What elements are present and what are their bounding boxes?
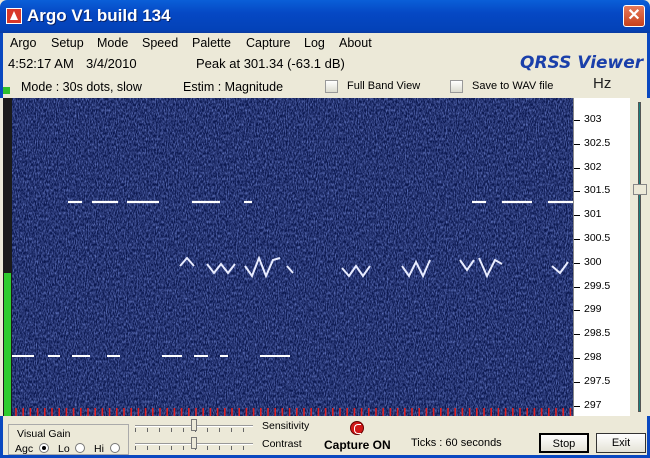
menu-bar: Argo Setup Mode Speed Palette Capture Lo… (0, 33, 650, 53)
input-level-fill (4, 272, 11, 416)
scale-tick-label: 297.5 (584, 374, 611, 387)
scale-tick-label: 297 (584, 398, 602, 411)
input-level-meter (3, 98, 12, 416)
scale-tick-mark (574, 215, 580, 217)
scale-tick-mark (574, 143, 580, 145)
unit-label: Hz (593, 75, 612, 92)
menu-about[interactable]: About (339, 36, 372, 50)
sensitivity-slider-thumb[interactable] (191, 419, 197, 431)
lo-radio[interactable] (75, 443, 85, 453)
scale-tick-mark (574, 262, 580, 264)
agc-radio[interactable] (39, 443, 49, 453)
estim-label: Estim : Magnitude (183, 80, 284, 94)
contrast-slider-thumb[interactable] (191, 437, 197, 449)
frequency-slider-track (638, 102, 641, 412)
clock-date: 3/4/2010 (86, 56, 137, 71)
title-bar: Argo V1 build 134 ✕ (0, 0, 650, 33)
status-bar: 4:52:17 AM 3/4/2010 Peak at 301.34 (-63.… (0, 53, 650, 75)
frequency-slider[interactable] (633, 100, 647, 414)
scale-tick-mark (574, 239, 580, 240)
clock-time: 4:52:17 AM (8, 56, 74, 71)
scale-tick-label: 300.5 (584, 232, 611, 244)
stop-button[interactable]: Stop (539, 433, 589, 453)
menu-capture[interactable]: Capture (246, 36, 290, 50)
waterfall-display[interactable] (12, 98, 573, 416)
brand-logo: QRSS Viewer (520, 53, 644, 73)
window-title: Argo V1 build 134 (27, 6, 171, 25)
capture-status: Capture ON (324, 438, 391, 452)
save-wav-checkbox[interactable] (450, 80, 463, 93)
sensitivity-slider[interactable] (135, 419, 253, 433)
scale-tick-label: 302.5 (584, 136, 611, 149)
scale-tick-label: 303 (584, 113, 602, 125)
scale-tick-mark (574, 405, 580, 407)
hi-label: Hi (94, 443, 104, 455)
contrast-slider[interactable] (135, 437, 253, 451)
app-icon[interactable] (6, 8, 22, 24)
capture-icon[interactable] (350, 421, 364, 435)
scale-tick-label: 301.5 (584, 184, 611, 197)
scale-tick-label: 298.5 (584, 327, 611, 340)
peak-readout: Peak at 301.34 (-63.1 dB) (196, 56, 345, 71)
save-wav-label: Save to WAV file (472, 80, 554, 92)
scale-tick-mark (574, 120, 580, 121)
menu-argo[interactable]: Argo (10, 36, 36, 50)
agc-label: Agc (15, 443, 34, 455)
full-band-label: Full Band View (347, 80, 421, 92)
info-bar: Mode : 30s dots, slow Estim : Magnitude … (0, 75, 650, 98)
status-led (3, 87, 10, 94)
lo-label: Lo (58, 443, 70, 455)
menu-log[interactable]: Log (304, 36, 325, 50)
scale-tick-label: 300 (584, 255, 602, 268)
scale-tick-mark (574, 286, 580, 288)
full-band-checkbox[interactable] (325, 80, 338, 93)
exit-button[interactable]: Exit (596, 433, 646, 453)
scale-tick-mark (574, 310, 580, 312)
menu-mode[interactable]: Mode (97, 36, 128, 50)
frequency-scale: 303 302.5 302 301.5 301 300.5 300 299.5 299 298.5… (573, 98, 630, 416)
scale-tick-label: 302 (584, 160, 602, 173)
scale-tick-label: 299.5 (584, 279, 611, 292)
menu-setup[interactable]: Setup (51, 36, 84, 50)
scale-tick-mark (574, 381, 580, 383)
frequency-slider-thumb[interactable] (633, 184, 647, 195)
visual-gain-group: Visual Gain Agc Lo Hi (8, 424, 129, 455)
menu-palette[interactable]: Palette (192, 36, 231, 50)
scale-tick-mark (574, 334, 580, 336)
scale-tick-label: 301 (584, 208, 602, 221)
sensitivity-label: Sensitivity (262, 420, 310, 432)
control-panel: Visual Gain Agc Lo Hi Sensitivity Contra… (0, 416, 650, 458)
mode-label: Mode : 30s dots, slow (21, 80, 142, 94)
scale-tick-mark (574, 191, 580, 193)
hi-radio[interactable] (110, 443, 120, 453)
ticks-info: Ticks : 60 seconds (411, 437, 502, 449)
visual-gain-title: Visual Gain (17, 428, 71, 440)
scale-tick-mark (574, 167, 580, 169)
menu-speed[interactable]: Speed (142, 36, 178, 50)
scale-tick-mark (574, 358, 580, 359)
scale-tick-label: 299 (584, 303, 602, 316)
contrast-label: Contrast (262, 438, 302, 450)
close-button[interactable]: ✕ (623, 5, 645, 27)
scale-tick-label: 298 (584, 351, 602, 363)
